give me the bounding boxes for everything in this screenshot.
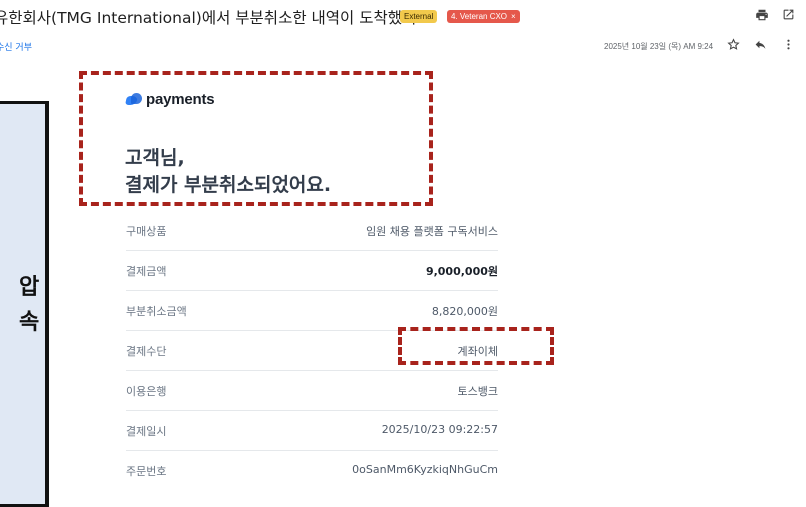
row-label: 결제금액 xyxy=(126,265,167,278)
email-subject: 유한회사(TMG International)에서 부분취소한 내역이 도착했어… xyxy=(0,9,436,27)
unsubscribe-link[interactable]: 수신 거부 xyxy=(0,40,32,53)
cancel-message-heading: 결제가 부분취소되었어요. xyxy=(125,174,332,196)
remove-label-icon[interactable]: × xyxy=(511,12,516,21)
row-value: 2025/10/23 09:22:57 xyxy=(381,423,498,436)
side-overlay-panel: 압 속 xyxy=(0,101,49,507)
payments-logo: payments xyxy=(125,91,215,108)
logo-icon xyxy=(125,92,142,107)
print-icon[interactable] xyxy=(754,8,770,24)
reply-icon[interactable] xyxy=(752,38,768,54)
label-veteran-cxo[interactable]: 4. Veteran CXO × xyxy=(447,10,520,23)
open-new-window-icon[interactable] xyxy=(780,8,796,24)
more-vert-icon[interactable] xyxy=(780,38,796,54)
row-label: 이용은행 xyxy=(126,385,167,398)
row-product: 구매상품 임원 채용 플랫폼 구독서비스 xyxy=(126,211,498,251)
label-external[interactable]: External xyxy=(400,10,438,23)
row-label: 구매상품 xyxy=(126,225,167,238)
panel-text-1: 압 xyxy=(19,275,40,300)
row-label: 주문번호 xyxy=(126,465,167,478)
row-label: 결제수단 xyxy=(126,345,167,358)
row-order-number: 주문번호 0oSanMm6KyzkiqNhGuCm xyxy=(126,451,498,491)
brand-name: payments xyxy=(146,91,215,108)
row-bank: 이용은행 토스뱅크 xyxy=(126,371,498,411)
email-date: 2025년 10월 23일 (목) AM 9:24 xyxy=(604,42,714,51)
star-icon[interactable] xyxy=(725,38,741,54)
panel-text-2: 속 xyxy=(19,310,40,335)
row-value: 8,820,000원 xyxy=(431,305,498,318)
row-value: 9,000,000원 xyxy=(425,265,498,278)
label-external-text: External xyxy=(404,12,434,21)
row-label: 결제일시 xyxy=(126,425,167,438)
row-label: 부분취소금액 xyxy=(126,305,187,318)
label-veteran-cxo-text: 4. Veteran CXO xyxy=(451,12,508,21)
highlight-box-payment-method xyxy=(398,327,554,365)
row-value: 0oSanMm6KyzkiqNhGuCm xyxy=(352,463,498,476)
row-payment-datetime: 결제일시 2025/10/23 09:22:57 xyxy=(126,411,498,451)
row-value: 토스뱅크 xyxy=(457,385,498,398)
greeting-heading: 고객님, xyxy=(125,147,185,169)
row-payment-amount: 결제금액 9,000,000원 xyxy=(126,251,498,291)
row-partial-cancel-amount: 부분취소금액 8,820,000원 xyxy=(126,291,498,331)
row-value: 임원 채용 플랫폼 구독서비스 xyxy=(366,225,498,238)
